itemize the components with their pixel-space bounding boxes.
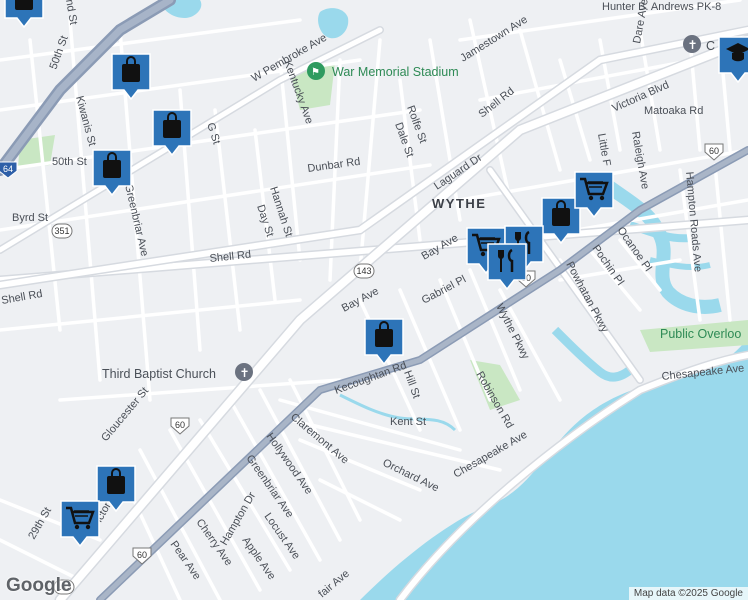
label-matoaka: Matoaka Rd (644, 105, 703, 117)
svg-text:60: 60 (137, 550, 147, 560)
poi-third-baptist-church[interactable]: Third Baptist Church ✝ (102, 363, 253, 381)
route-351-shield: 351 (51, 223, 73, 239)
svg-text:⚑: ⚑ (311, 67, 320, 78)
label-raleigh: Raleigh Ave (629, 130, 651, 190)
label-bay-low: Bay Ave (340, 285, 381, 314)
map-attribution[interactable]: Map data ©2025 Google (628, 587, 748, 600)
svg-text:✝: ✝ (240, 366, 250, 380)
route-143-shield: 143 (353, 263, 375, 279)
label-byrd: Byrd St (12, 212, 48, 224)
svg-text:351: 351 (54, 226, 69, 236)
marker-shopping-6[interactable] (364, 318, 404, 365)
interstate-64-shield: 64 (0, 161, 18, 179)
label-gabriel: Gabriel Pl (420, 273, 468, 306)
label-shell-top: Shell Rd (476, 85, 516, 120)
svg-text:C: C (706, 39, 715, 53)
label-kent: Kent St (390, 416, 426, 428)
svg-text:Public Overloo: Public Overloo (660, 327, 741, 341)
svg-text:Third Baptist Church: Third Baptist Church (102, 367, 216, 381)
map-canvas[interactable]: WYTHE W Pembroke Ave Kentucky Ave Jamest… (0, 0, 748, 600)
label-shell-left: Shell Rd (0, 288, 43, 307)
route-60-shield: 60 (170, 417, 190, 435)
svg-text:60: 60 (709, 146, 719, 156)
svg-text:60: 60 (175, 420, 185, 430)
poi-public-overlook[interactable]: Public Overloo (660, 327, 741, 341)
label-little: Little F (595, 132, 613, 167)
label-greenbriar-left: Greenbriar Ave (122, 183, 150, 258)
svg-text:War Memorial Stadium: War Memorial Stadium (332, 65, 459, 79)
google-logo: Google (6, 575, 72, 596)
label-chesapeake-low: Chesapeake Ave (452, 429, 530, 481)
label-nd-st: nd St (63, 0, 79, 26)
label-day: Day St (254, 203, 276, 238)
label-hunter: Hunter B. Andrews PK-8 (602, 1, 721, 13)
svg-text:143: 143 (356, 266, 371, 276)
label-pochin: Pochin Pl (590, 243, 626, 288)
svg-text:✝: ✝ (688, 38, 698, 52)
svg-text:64: 64 (3, 164, 13, 174)
label-50th: 50th St (52, 156, 87, 168)
marker-shopping-4[interactable] (4, 0, 44, 28)
neighborhood-label: WYTHE (432, 196, 486, 211)
label-fair: fair Ave (316, 568, 352, 600)
